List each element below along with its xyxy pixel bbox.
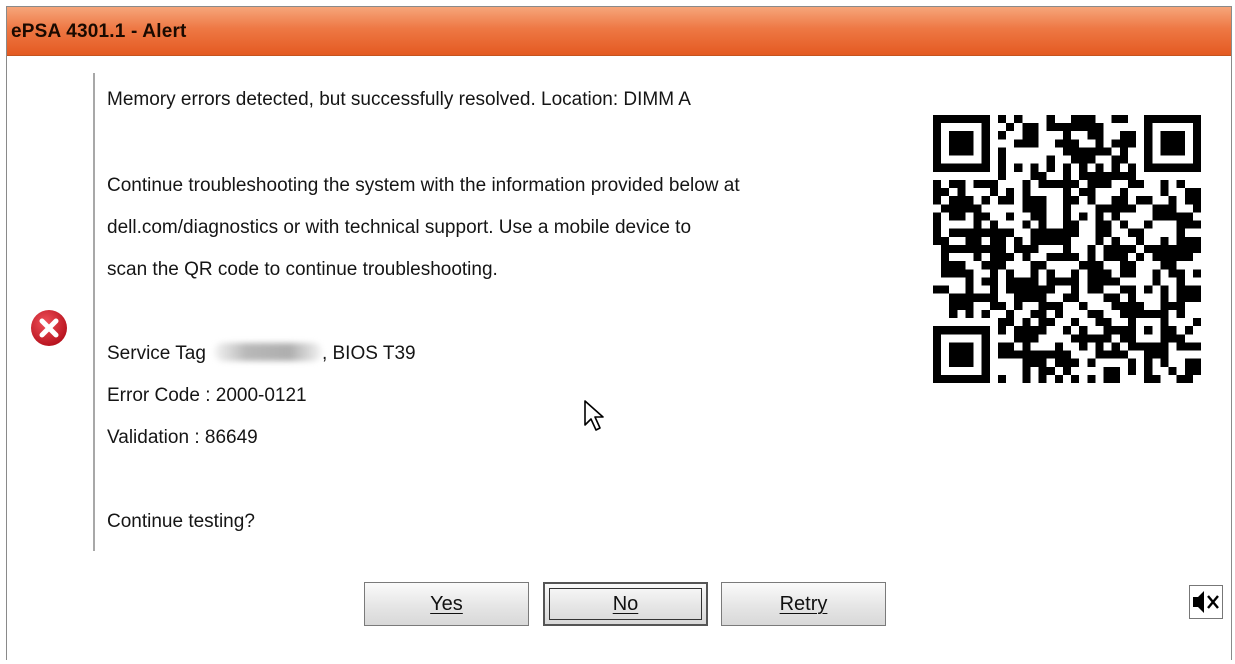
speaker-mute-icon[interactable] xyxy=(1189,585,1223,619)
error-code: Error Code : 2000-0121 xyxy=(107,385,307,406)
error-x-icon xyxy=(31,310,67,346)
alert-paragraph-line-1: Continue troubleshooting the system with… xyxy=(107,175,740,196)
retry-button[interactable]: Retry xyxy=(721,582,886,626)
content-divider xyxy=(93,73,95,551)
yes-button[interactable]: Yes xyxy=(364,582,529,626)
no-button[interactable]: No xyxy=(543,582,708,626)
service-tag-redacted xyxy=(213,343,322,361)
yes-button-label: Yes xyxy=(430,592,463,615)
continue-prompt: Continue testing? xyxy=(107,511,255,532)
window-title: ePSA 4301.1 - Alert xyxy=(11,21,187,42)
alert-paragraph-line-2: dell.com/diagnostics or with technical s… xyxy=(107,217,692,238)
mouse-pointer-icon xyxy=(584,400,604,431)
bios-version: , BIOS T39 xyxy=(321,343,416,364)
qr-code-icon xyxy=(933,115,1201,383)
validation-code: Validation : 86649 xyxy=(107,427,258,448)
alert-paragraph-line-3: scan the QR code to continue troubleshoo… xyxy=(107,259,498,280)
alert-window: ePSA 4301.1 - Alert Memory errors detect… xyxy=(6,6,1232,660)
title-bar: ePSA 4301.1 - Alert xyxy=(7,7,1231,56)
service-tag-label: Service Tag xyxy=(107,343,206,364)
service-tag-line: Service Tag , BIOS T39 xyxy=(107,333,416,375)
alert-line-memory: Memory errors detected, but successfully… xyxy=(107,89,691,110)
retry-button-label: Retry xyxy=(779,592,828,615)
no-button-label: No xyxy=(612,592,639,615)
